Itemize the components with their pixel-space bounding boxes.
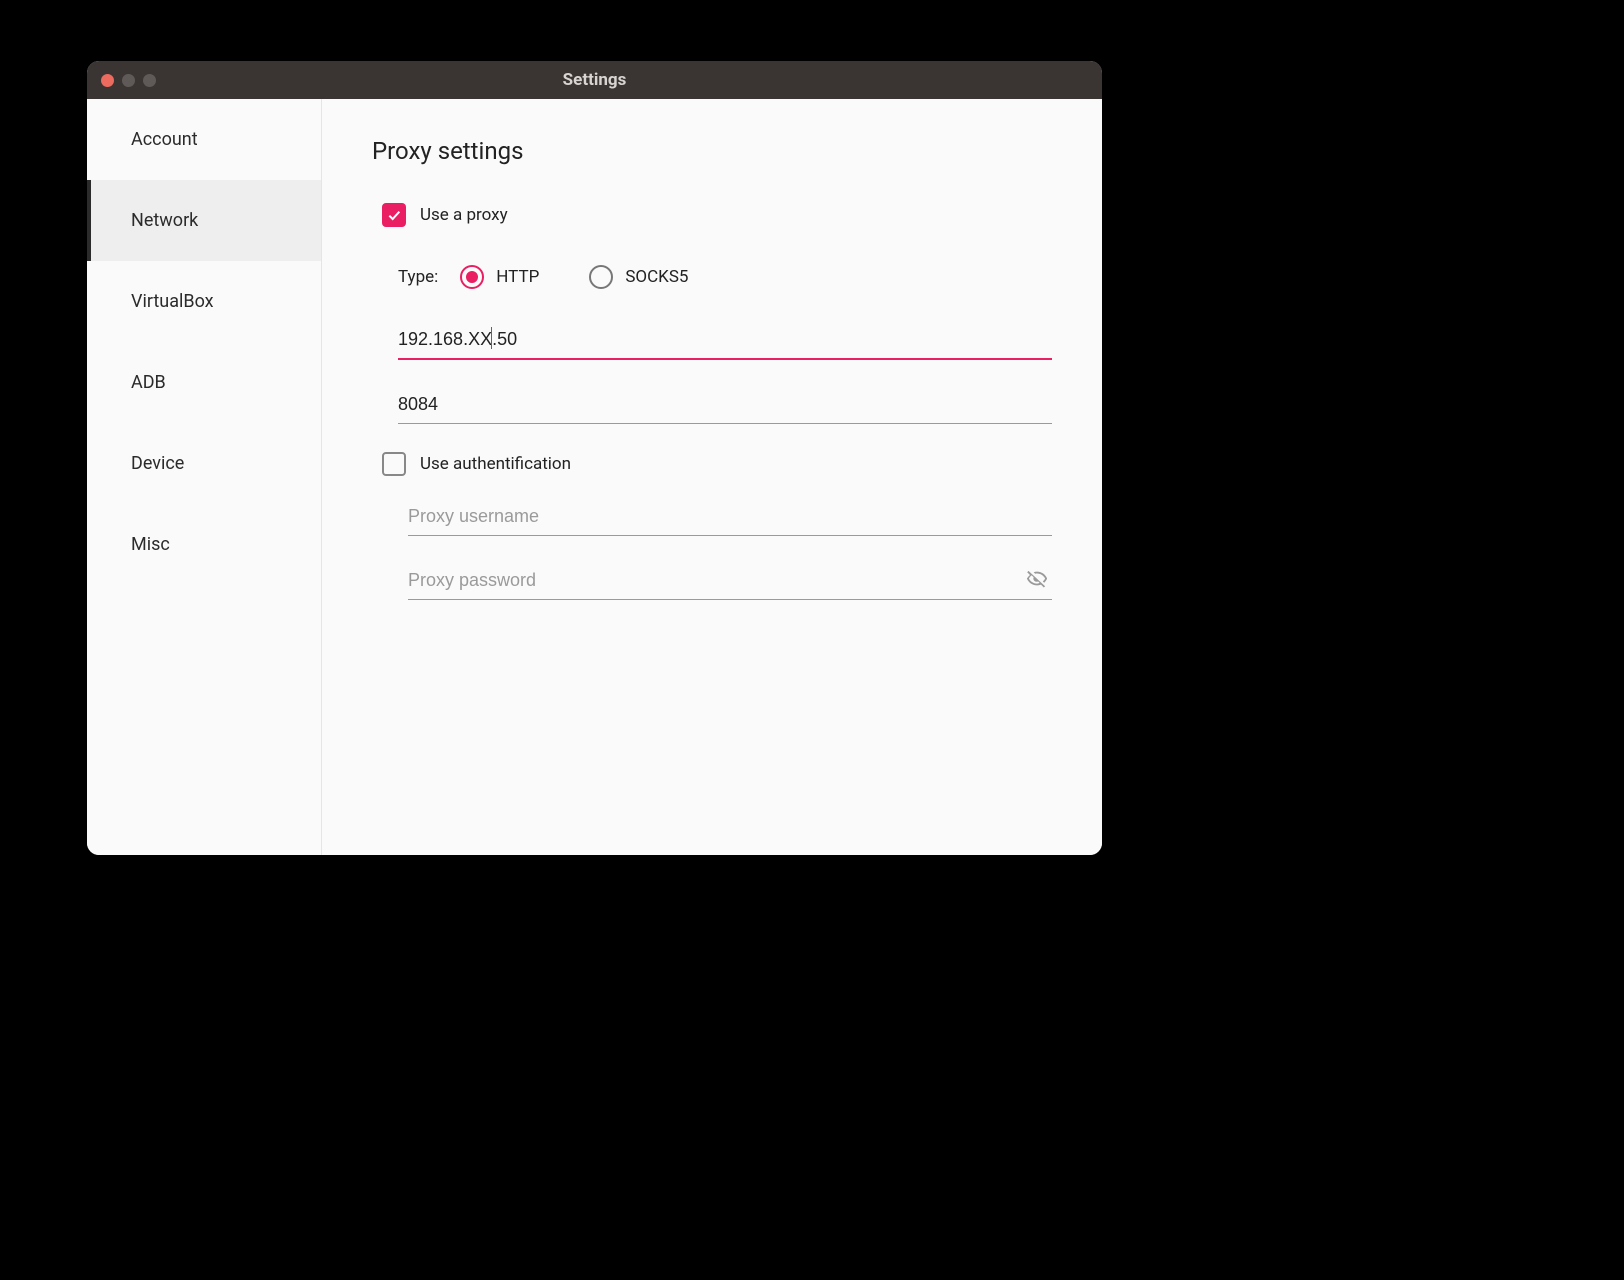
sidebar: Account Network VirtualBox ADB Device Mi…	[87, 99, 322, 855]
eye-off-icon	[1026, 568, 1048, 590]
sidebar-item-virtualbox[interactable]: VirtualBox	[87, 261, 321, 342]
content-pane: Proxy settings Use a proxy Type: HTTP	[322, 99, 1102, 855]
check-icon	[386, 207, 402, 223]
proxy-password-field	[408, 564, 1052, 600]
password-visibility-toggle[interactable]	[1022, 564, 1052, 594]
sidebar-item-adb[interactable]: ADB	[87, 342, 321, 423]
text-caret	[491, 327, 493, 349]
close-icon[interactable]	[101, 74, 114, 87]
sidebar-item-label: Device	[131, 453, 184, 474]
use-proxy-row: Use a proxy	[382, 203, 1052, 227]
window-controls	[101, 74, 156, 87]
proxy-host-input[interactable]	[398, 323, 1052, 360]
proxy-config: Type: HTTP SOCKS5	[398, 265, 1052, 424]
minimize-icon[interactable]	[122, 74, 135, 87]
proxy-type-http-radio[interactable]: HTTP	[460, 265, 539, 289]
proxy-port-input[interactable]	[398, 388, 1052, 424]
use-proxy-label: Use a proxy	[420, 205, 508, 225]
proxy-password-input[interactable]	[408, 564, 1052, 600]
sidebar-item-device[interactable]: Device	[87, 423, 321, 504]
use-auth-row: Use authentification	[382, 452, 1052, 476]
titlebar[interactable]: Settings	[87, 61, 1102, 99]
radio-icon	[589, 265, 613, 289]
sidebar-item-label: ADB	[131, 372, 166, 393]
section-title: Proxy settings	[372, 137, 1052, 165]
maximize-icon[interactable]	[143, 74, 156, 87]
radio-icon	[460, 265, 484, 289]
auth-block: Use authentification	[382, 452, 1052, 600]
settings-window: Settings Account Network VirtualBox ADB …	[87, 61, 1102, 855]
window-title: Settings	[87, 70, 1102, 90]
sidebar-item-label: VirtualBox	[131, 291, 214, 312]
use-proxy-checkbox[interactable]	[382, 203, 406, 227]
proxy-username-input[interactable]	[408, 500, 1052, 536]
proxy-type-row: Type: HTTP SOCKS5	[398, 265, 1052, 289]
proxy-port-field	[398, 388, 1052, 424]
proxy-type-socks5-radio[interactable]: SOCKS5	[589, 265, 688, 289]
sidebar-item-account[interactable]: Account	[87, 99, 321, 180]
proxy-type-label: Type:	[398, 267, 438, 287]
radio-label: SOCKS5	[625, 267, 688, 287]
sidebar-item-misc[interactable]: Misc	[87, 504, 321, 585]
use-auth-label: Use authentification	[420, 454, 571, 474]
sidebar-item-label: Account	[131, 129, 198, 150]
proxy-host-field	[398, 323, 1052, 360]
sidebar-item-label: Misc	[131, 534, 170, 555]
sidebar-item-label: Network	[131, 210, 198, 231]
use-auth-checkbox[interactable]	[382, 452, 406, 476]
proxy-username-field	[408, 500, 1052, 536]
auth-fields	[408, 500, 1052, 600]
radio-label: HTTP	[496, 267, 539, 287]
sidebar-item-network[interactable]: Network	[87, 180, 321, 261]
